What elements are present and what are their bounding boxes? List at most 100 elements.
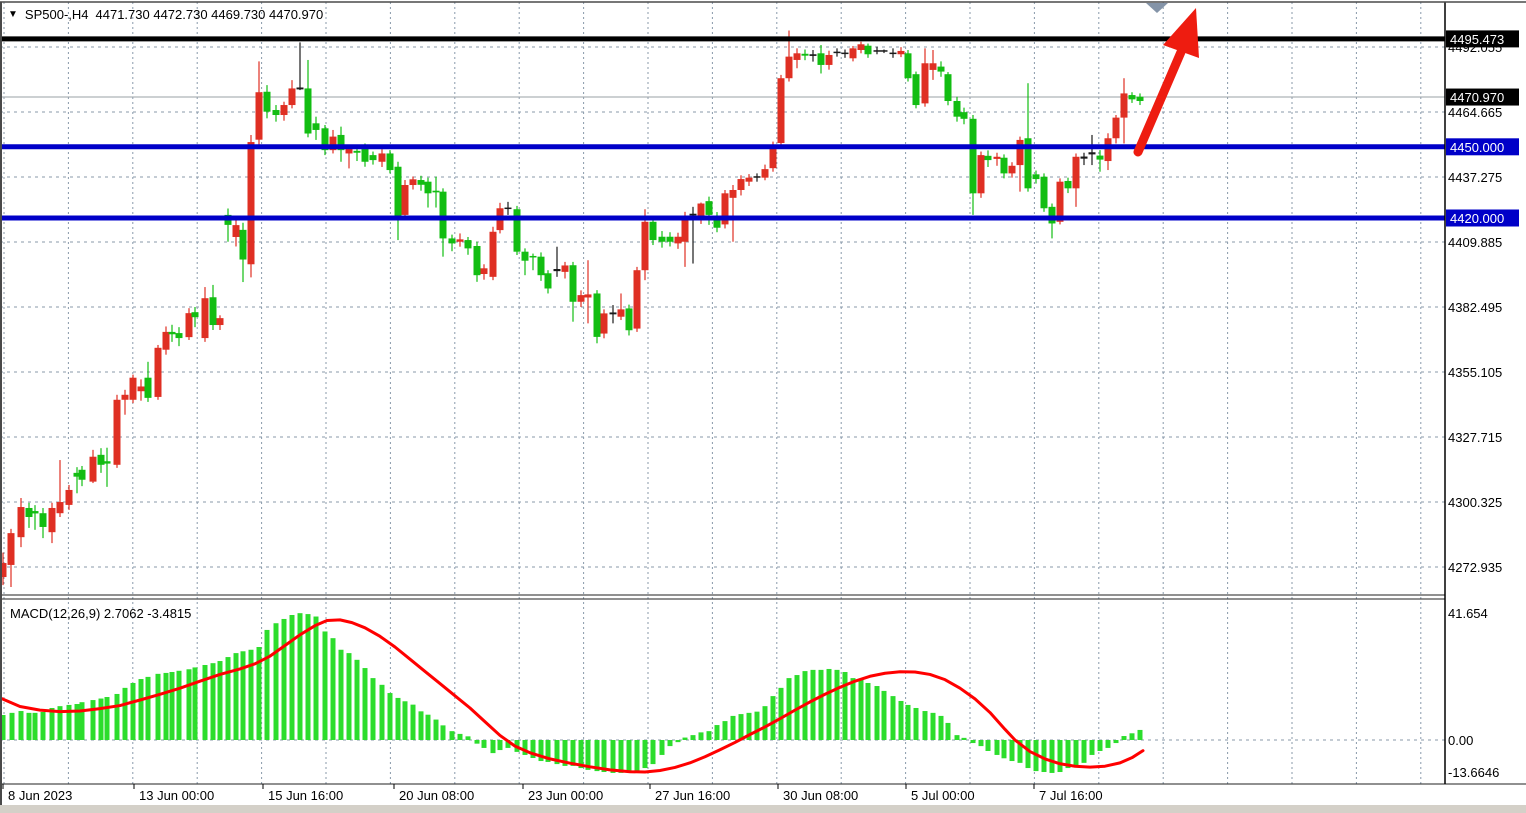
- candle-body: [49, 508, 56, 532]
- candle-body: [1065, 181, 1072, 188]
- macd-histogram-bar: [306, 614, 311, 740]
- candle-body: [585, 294, 592, 297]
- price-tick-label: 4327.715: [1448, 430, 1502, 445]
- candle-body: [169, 332, 176, 334]
- candle-body: [858, 44, 865, 50]
- candle-body: [354, 151, 361, 153]
- candle-body: [32, 511, 39, 513]
- candle-body: [281, 105, 288, 115]
- macd-histogram-bar: [226, 657, 231, 740]
- candle-body: [192, 312, 199, 317]
- support-price-label: 4450.000: [1450, 140, 1504, 155]
- macd-histogram-bar: [611, 740, 616, 773]
- candle-body: [802, 54, 809, 56]
- candle-body: [778, 78, 785, 143]
- macd-histogram-bar: [290, 615, 295, 740]
- candle-body: [1073, 157, 1080, 189]
- macd-histogram-bar: [635, 740, 640, 771]
- macd-histogram-bar: [339, 650, 344, 740]
- macd-histogram-bar: [715, 725, 720, 740]
- candle-body: [890, 53, 897, 55]
- macd-histogram-bar: [1058, 740, 1063, 772]
- candle-body: [850, 48, 857, 58]
- candle-body: [642, 222, 649, 270]
- macd-histogram-bar: [355, 660, 360, 740]
- price-tick-label: 4437.275: [1448, 170, 1502, 185]
- macd-histogram-bar: [41, 712, 46, 740]
- macd-histogram-bar: [676, 740, 681, 742]
- candle-body: [601, 313, 608, 333]
- candle-body: [264, 92, 271, 112]
- candle-body: [594, 293, 601, 336]
- candle-body: [256, 92, 263, 139]
- macd-histogram-bar: [91, 700, 96, 740]
- candle-body: [562, 265, 569, 271]
- candle-body: [138, 386, 145, 391]
- candle-body: [634, 270, 641, 328]
- candle-body: [440, 192, 447, 239]
- candle-body: [8, 533, 15, 565]
- price-tick-label: 4272.935: [1448, 560, 1502, 575]
- candle-body: [650, 222, 657, 240]
- macd-histogram-bar: [995, 740, 1000, 755]
- macd-histogram-bar: [466, 736, 471, 740]
- candle-body: [66, 490, 73, 505]
- candle-body: [289, 88, 296, 105]
- macd-histogram-bar: [1098, 740, 1103, 751]
- symbol-period-label: SP500-,H4: [25, 7, 89, 22]
- price-tick-label: 4300.325: [1448, 495, 1502, 510]
- macd-histogram-bar: [450, 731, 455, 740]
- macd-histogram-bar: [939, 716, 944, 740]
- candle-body: [387, 153, 394, 170]
- candle-body: [379, 153, 386, 161]
- candle-body: [913, 74, 920, 105]
- macd-histogram-bar: [380, 685, 385, 740]
- candle-body: [210, 297, 217, 325]
- candle-body: [457, 239, 464, 241]
- candle-body: [922, 63, 929, 103]
- candle-body: [954, 101, 961, 117]
- candle-body: [1121, 93, 1128, 117]
- macd-histogram-bar: [177, 671, 182, 740]
- macd-histogram-bar: [771, 696, 776, 740]
- macd-histogram-bar: [27, 713, 32, 740]
- candle-body: [104, 461, 111, 463]
- candle-body: [240, 230, 247, 260]
- macd-histogram-bar: [115, 694, 120, 740]
- macd-histogram-bar: [80, 702, 85, 740]
- candle-body: [706, 201, 713, 215]
- candle-body: [570, 265, 577, 302]
- candle-body: [474, 246, 481, 275]
- candle-body: [842, 53, 849, 55]
- candle-body: [618, 309, 625, 316]
- price-tick-label: 4464.665: [1448, 105, 1502, 120]
- time-tick-label: 7 Jul 16:00: [1039, 788, 1103, 803]
- macd-histogram-bar: [139, 679, 144, 740]
- time-tick-label: 27 Jun 16:00: [655, 788, 730, 803]
- macd-histogram-bar: [859, 680, 864, 740]
- candle-body: [690, 214, 697, 216]
- macd-histogram-bar: [50, 708, 55, 740]
- macd-histogram-bar: [914, 708, 919, 740]
- macd-histogram-bar: [498, 740, 503, 750]
- macd-max-label: 41.654: [1448, 606, 1488, 621]
- current-price-label: 4470.970: [1450, 90, 1504, 105]
- macd-histogram-bar: [234, 653, 239, 740]
- candle-body: [176, 333, 183, 338]
- symbol-dropdown-icon[interactable]: ▼: [8, 8, 18, 21]
- candle-body: [675, 237, 682, 244]
- candle-body: [1033, 174, 1040, 179]
- macd-histogram-bar: [388, 693, 393, 740]
- macd-histogram-bar: [819, 670, 824, 740]
- macd-histogram-bar: [923, 711, 928, 740]
- candle-body: [313, 123, 320, 130]
- macd-histogram-bar: [755, 712, 760, 740]
- macd-histogram-bar: [851, 678, 856, 740]
- candle-body: [395, 167, 402, 217]
- macd-histogram-bar: [962, 738, 967, 740]
- chart-svg: 4492.0554464.6654437.2754409.8854382.495…: [0, 0, 1526, 813]
- macd-histogram-bar: [699, 732, 704, 740]
- ohlc-values: 4471.730 4472.730 4469.730 4470.970: [96, 7, 324, 22]
- macd-histogram-bar: [882, 691, 887, 740]
- macd-histogram-bar: [1130, 733, 1135, 740]
